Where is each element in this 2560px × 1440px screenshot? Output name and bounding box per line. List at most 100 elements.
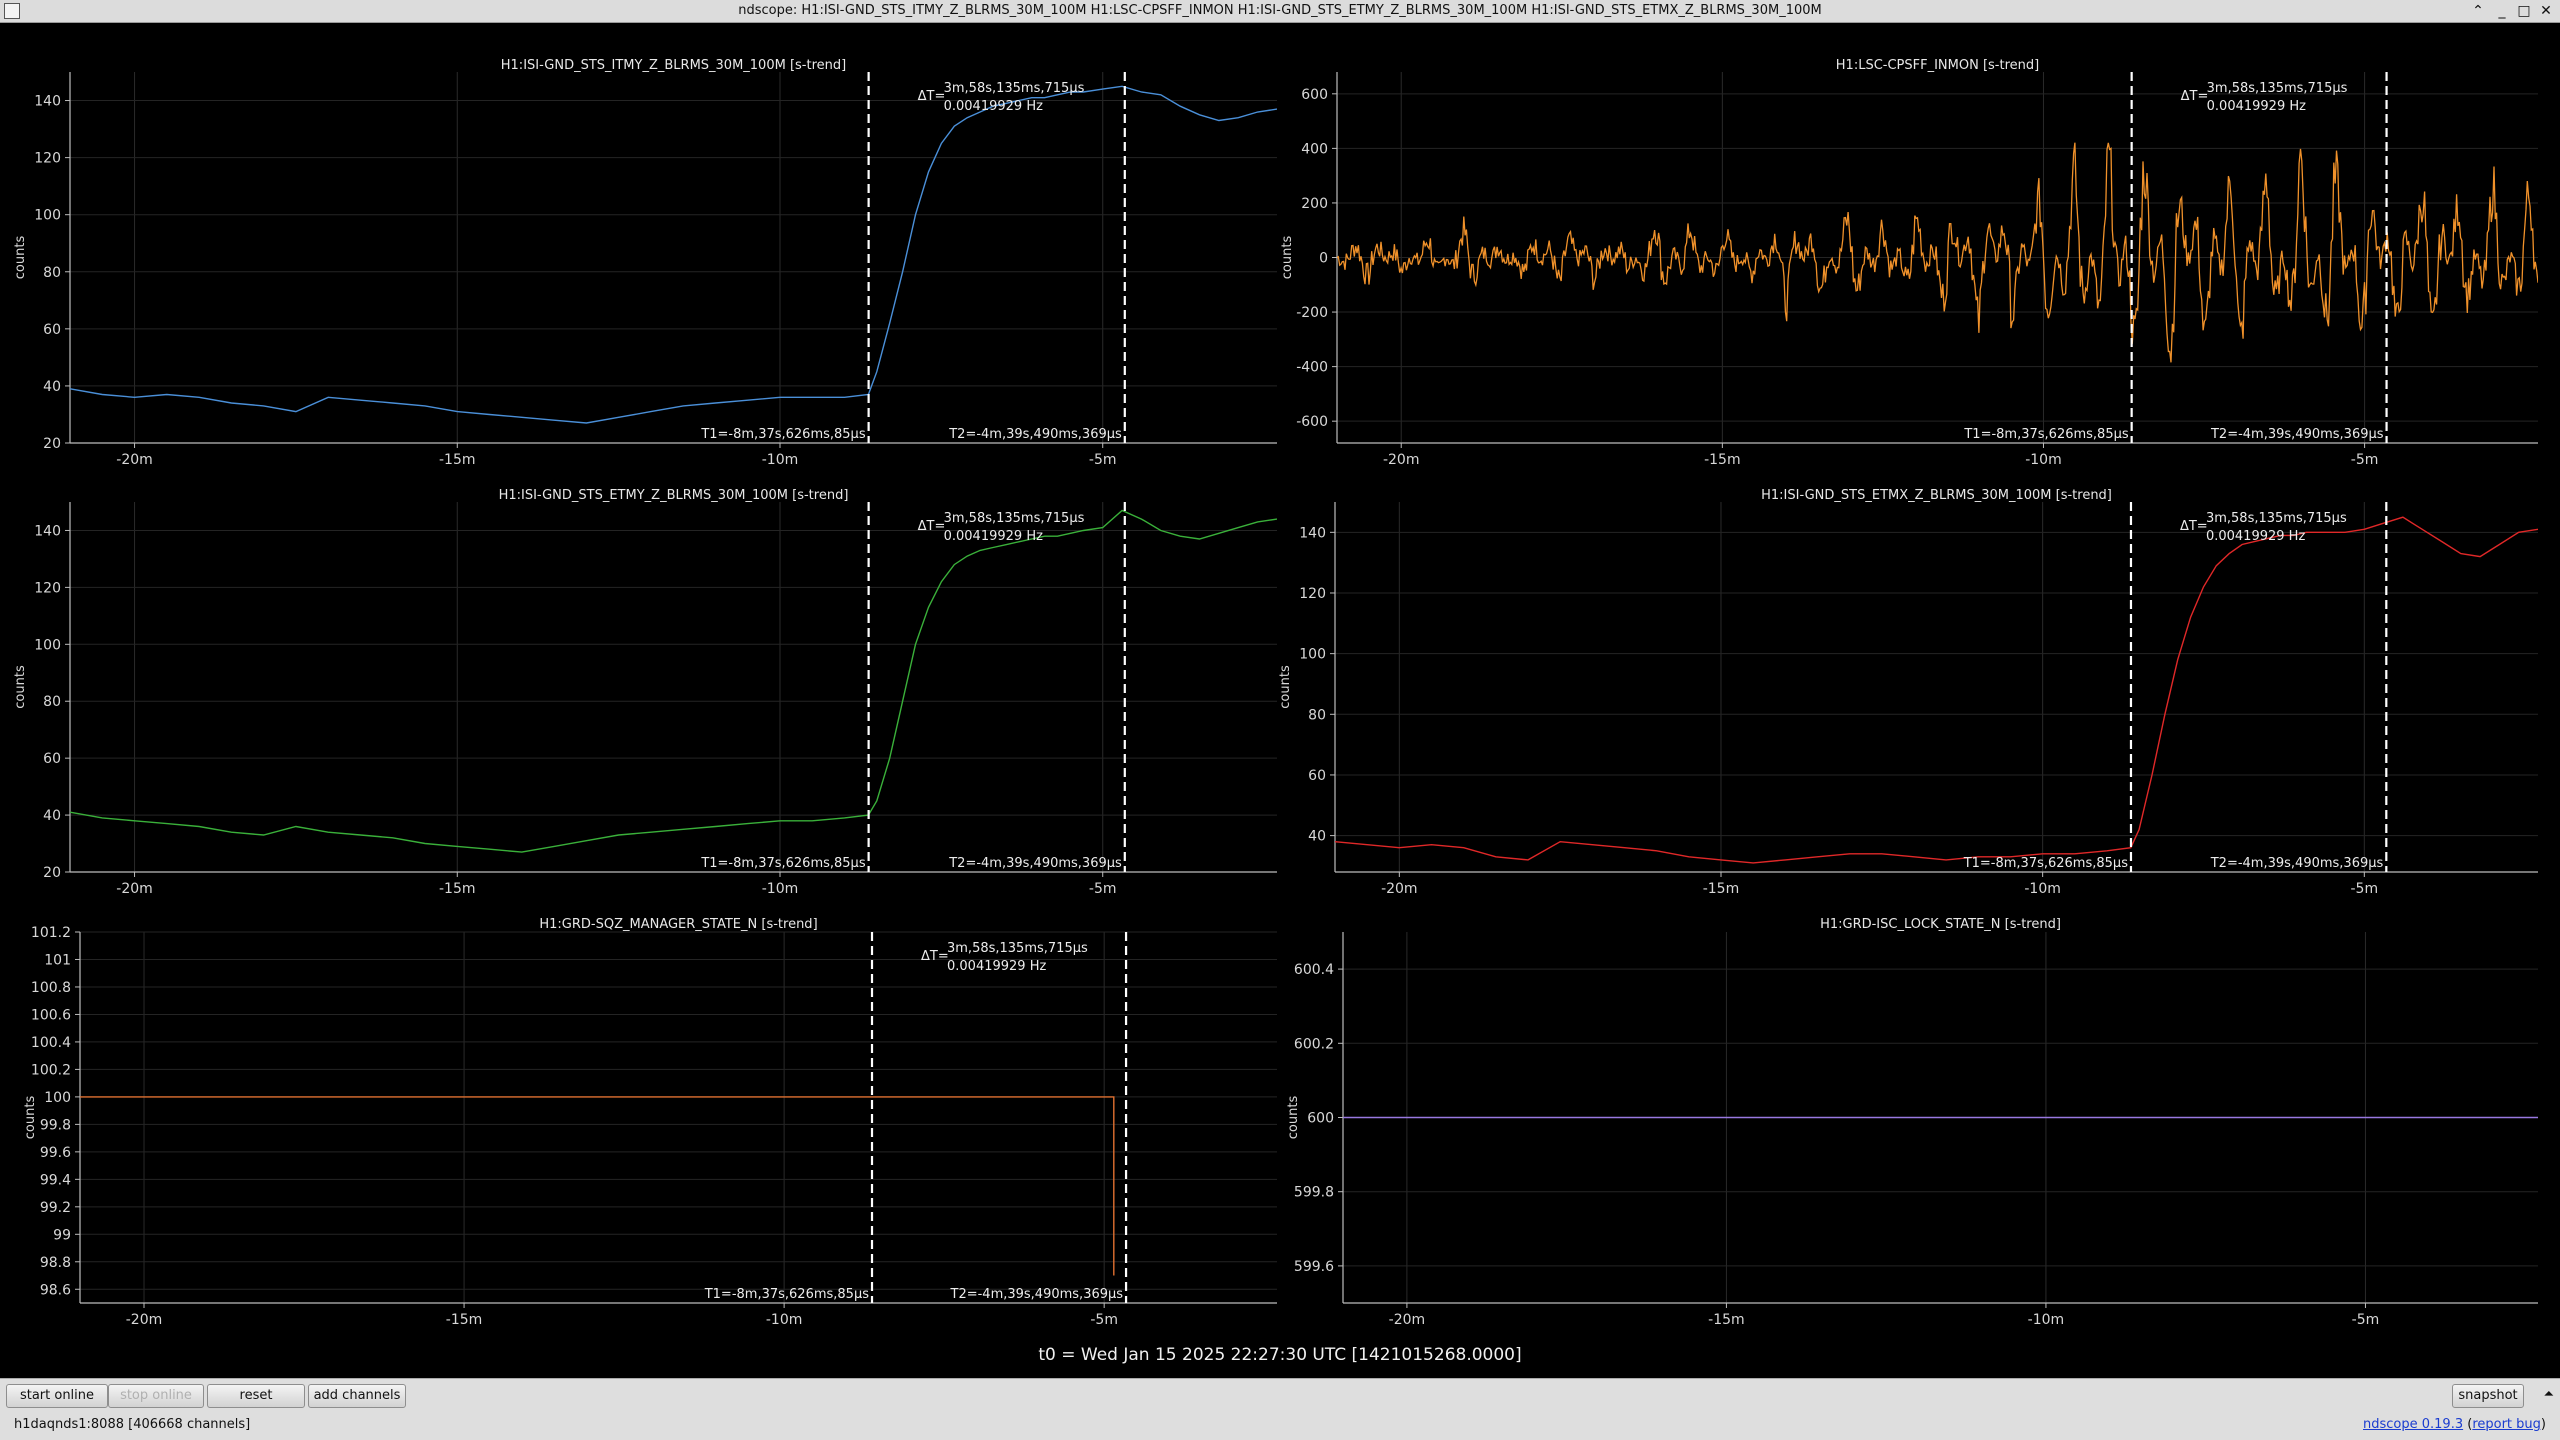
delta-t-prefix: ΔT= (2181, 89, 2209, 104)
y-tick-label: 100.4 (31, 1035, 71, 1051)
x-tick-label: -5m (1090, 1312, 1118, 1328)
y-tick-label: 100 (34, 637, 61, 653)
y-tick-label: 400 (1301, 141, 1328, 157)
delta-t-frequency: 0.00419929 Hz (2207, 99, 2306, 114)
plot-canvas[interactable]: 20406080100120140-20m -15m -10m -5mcountsΔT… (0, 0, 2560, 1439)
delta-t-frequency: 0.00419929 Hz (2206, 529, 2305, 544)
add-channels-button[interactable]: add channels (308, 1384, 406, 1408)
y-axis-label: counts (13, 665, 28, 709)
x-tick-label: -5m (2352, 1312, 2380, 1328)
y-tick-label: 98.6 (40, 1282, 71, 1298)
x-tick-label: -10m (766, 1312, 803, 1328)
y-tick-label: 60 (43, 322, 61, 338)
y-tick-label: 599.8 (1294, 1185, 1334, 1201)
y-tick-label: 120 (1299, 586, 1326, 602)
delta-t-frequency: 0.00419929 Hz (944, 529, 1043, 544)
y-tick-label: 20 (43, 436, 61, 452)
close-button[interactable]: ✕ (2536, 1, 2556, 21)
y-tick-label: 100.8 (31, 980, 71, 996)
cursor-t2-label: T2=-4m,39s,490ms,369μs (948, 427, 1122, 442)
y-tick-label: 100.6 (31, 1007, 71, 1023)
y-tick-label: 200 (1301, 196, 1328, 212)
delta-t-prefix: ΔT= (918, 519, 946, 534)
y-tick-label: 99 (53, 1227, 71, 1243)
x-tick-label: -20m (126, 1312, 163, 1328)
delta-t-value: 3m,58s,135ms,715μs (947, 941, 1088, 956)
reset-button[interactable]: reset (207, 1384, 305, 1408)
delta-t-value: 3m,58s,135ms,715μs (944, 81, 1085, 96)
snapshot-button[interactable]: snapshot (2452, 1384, 2524, 1408)
bottom-toolbar: start online stop online reset add chann… (0, 1378, 2560, 1440)
y-axis-label: counts (1278, 665, 1293, 709)
y-tick-label: 40 (43, 379, 61, 395)
plot-title: H1:GRD-SQZ_MANAGER_STATE_N [s-trend] (539, 917, 818, 932)
y-tick-label: 99.6 (40, 1145, 71, 1161)
expand-icon[interactable]: ⏶ (2544, 1387, 2554, 1402)
cursor-t2-label: T2=-4m,39s,490ms,369μs (2210, 856, 2384, 871)
y-tick-label: 99.4 (40, 1172, 71, 1188)
collapse-icon[interactable]: ⌃ (2468, 1, 2488, 21)
series-line (1337, 142, 2538, 363)
version-link[interactable]: ndscope 0.19.3 (2363, 1417, 2463, 1432)
cursor-t1-label: T1=-8m,37s,626ms,85μs (704, 1287, 870, 1302)
y-tick-label: -600 (1296, 414, 1328, 430)
y-tick-label: 600 (1307, 1111, 1334, 1127)
plot-title: H1:ISI-GND_STS_ETMX_Z_BLRMS_30M_100M [s-… (1761, 488, 2112, 503)
y-tick-label: 100 (34, 208, 61, 224)
y-axis-label: counts (1280, 236, 1295, 280)
delta-t-frequency: 0.00419929 Hz (947, 959, 1046, 974)
stop-online-button[interactable]: stop online (108, 1384, 204, 1408)
y-tick-label: 40 (43, 808, 61, 824)
y-tick-label: 98.8 (40, 1255, 71, 1271)
channel-count: [406668 channels] (128, 1417, 251, 1432)
y-tick-label: 80 (43, 265, 61, 281)
plot-canvas[interactable]: -600 -400 -200 0 200 400 600 -20m -15m -10m -5m cou… (0, 0, 2560, 1439)
plot-canvas[interactable]: 599.6599.8600600.2600.4-20m -15m -10m -5mco… (0, 0, 2560, 1439)
y-tick-label: -200 (1296, 305, 1328, 321)
x-tick-label: -20m (1389, 1312, 1426, 1328)
y-tick-label: 20 (43, 865, 61, 881)
y-tick-label: 600.4 (1294, 962, 1334, 978)
series-line (70, 85, 1277, 424)
x-tick-label: -15m (446, 1312, 483, 1328)
plot-canvas[interactable]: 20406080100120140-20m -15m -10m -5mcountsΔT… (0, 0, 2560, 1439)
x-tick-label: -20m (116, 452, 153, 468)
y-tick-label: 600 (1301, 87, 1328, 103)
y-tick-label: 40 (1308, 829, 1326, 845)
version-info: ndscope 0.19.3 (report bug) (2363, 1417, 2546, 1432)
series-line (70, 509, 1277, 853)
delta-t-value: 3m,58s,135ms,715μs (944, 511, 1085, 526)
plot-canvas[interactable]: 98.6 98.8 99 99.2 99.4 99.6 99.8 100 100.2 100.4 1… (0, 0, 2560, 1439)
x-tick-label: -15m (439, 881, 476, 897)
x-tick-label: -10m (762, 452, 799, 468)
y-tick-label: 100 (44, 1090, 71, 1106)
minimize-button[interactable]: _ (2492, 1, 2512, 21)
y-tick-label: 99.2 (40, 1200, 71, 1216)
y-tick-label: 120 (34, 151, 61, 167)
y-tick-label: 140 (34, 523, 61, 539)
y-tick-label: 600.2 (1294, 1036, 1334, 1052)
x-tick-label: -15m (1704, 452, 1741, 468)
y-tick-label: 60 (1308, 768, 1326, 784)
y-tick-label: 101.2 (31, 925, 71, 941)
y-tick-label: -400 (1296, 360, 1328, 376)
y-tick-label: 140 (1299, 525, 1326, 541)
start-online-button[interactable]: start online (6, 1384, 108, 1408)
cursor-t2-label: T2=-4m,39s,490ms,369μs (948, 856, 1122, 871)
x-tick-label: -20m (1381, 881, 1418, 897)
y-tick-label: 60 (43, 751, 61, 767)
x-tick-label: -5m (2351, 452, 2379, 468)
maximize-button[interactable]: □ (2514, 1, 2534, 21)
series-line (80, 1096, 1115, 1276)
y-tick-label: 80 (1308, 707, 1326, 723)
y-tick-label: 0 (1319, 251, 1328, 267)
report-bug-link[interactable]: report bug (2472, 1417, 2541, 1432)
y-tick-label: 120 (34, 580, 61, 596)
delta-t-value: 3m,58s,135ms,715μs (2207, 81, 2348, 96)
x-tick-label: -20m (116, 881, 153, 897)
plot-title: H1:LSC-CPSFF_INMON [s-trend] (1835, 58, 2040, 73)
plot-canvas[interactable]: 406080100120140-20m -15m -10m -5mcountsΔT=3… (0, 0, 2560, 1439)
y-tick-label: 100.2 (31, 1062, 71, 1078)
y-tick-label: 100 (1299, 647, 1326, 663)
cursor-t2-label: T2=-4m,39s,490ms,369μs (950, 1287, 1124, 1302)
